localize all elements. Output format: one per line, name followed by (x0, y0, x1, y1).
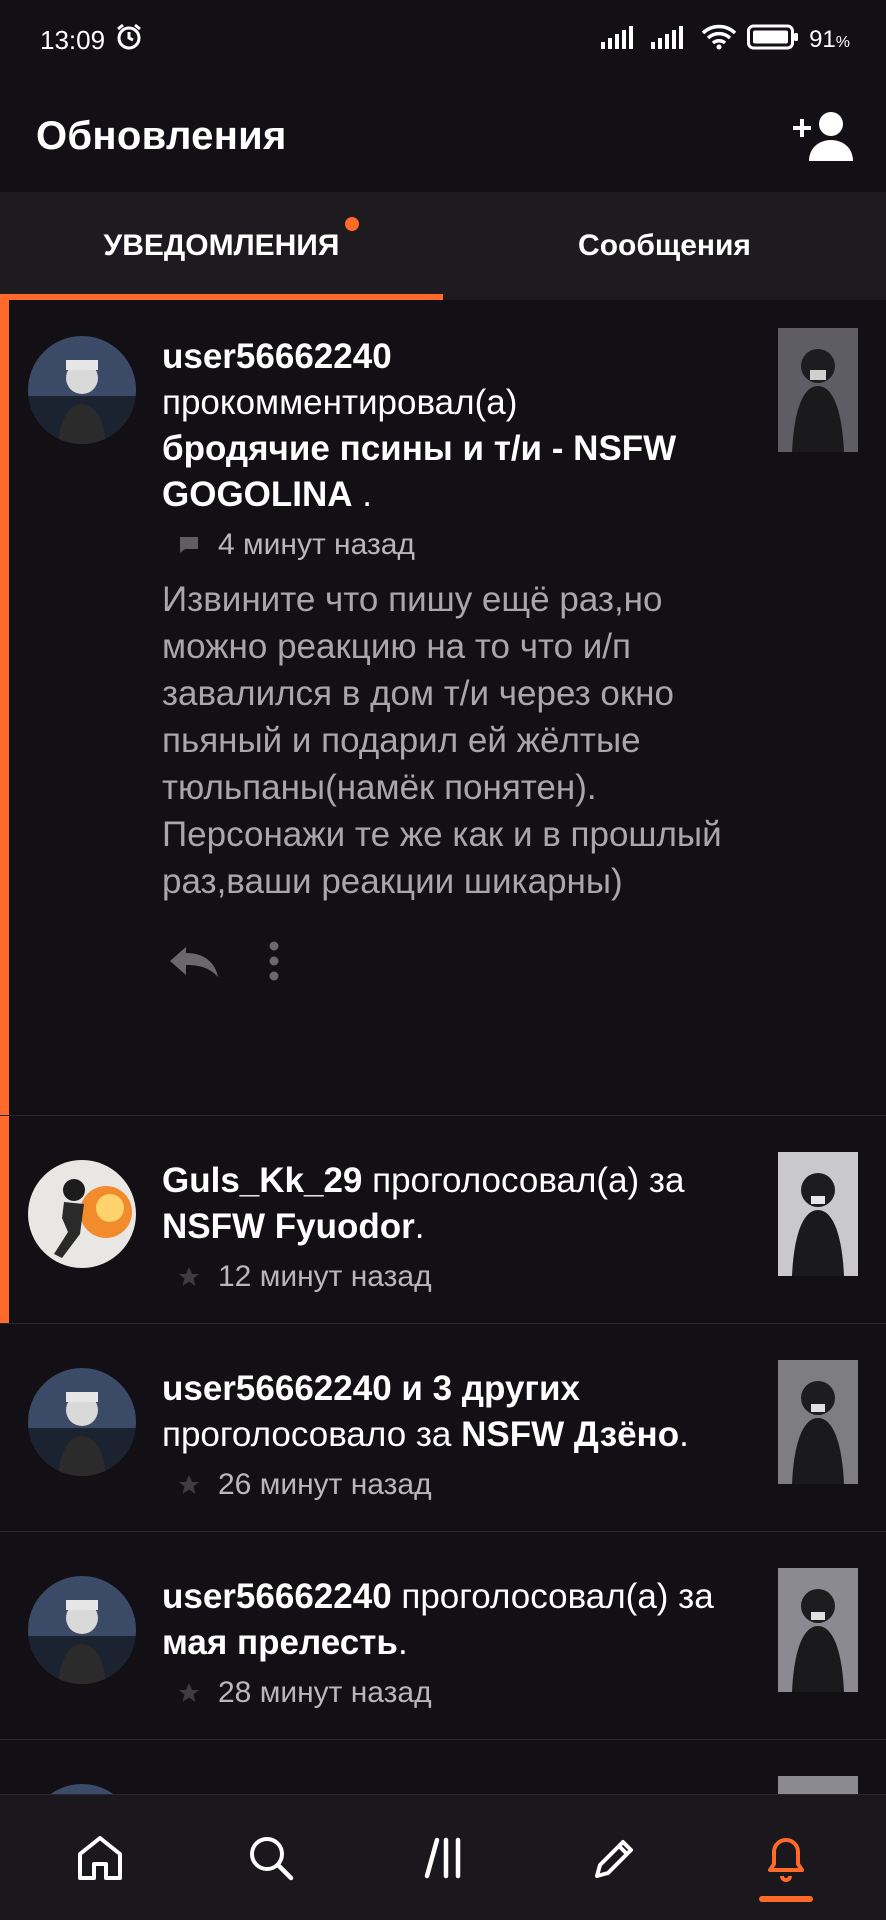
notification-item[interactable]: user56662240 и 3 других проголосовало за… (0, 1324, 886, 1532)
story-cover-thumbnail[interactable] (778, 1568, 858, 1692)
nav-library[interactable] (383, 1808, 503, 1908)
story-title[interactable]: NSFW Fyuodor (162, 1207, 415, 1246)
more-vert-icon (269, 941, 279, 981)
username[interactable]: Guls_Kk_29 (162, 1161, 362, 1200)
notification-body: user56662240 и 3 других проголосовало за… (136, 1366, 778, 1531)
action-text: проголосовал(а) за (391, 1577, 714, 1616)
star-icon (179, 1475, 199, 1494)
timestamp: 4 минут назад (218, 528, 415, 561)
signal-icon-2 (651, 25, 691, 56)
notification-item-partial[interactable] (0, 1740, 886, 1794)
pencil-icon (594, 1839, 633, 1878)
tab-messages-label: Сообщения (578, 229, 751, 262)
tab-bar: УВЕДОМЛЕНИЯ Сообщения (0, 192, 886, 300)
notification-item[interactable]: user56662240 проголосовал(а) за мая прел… (0, 1532, 886, 1740)
notification-item[interactable]: user56662240 прокомментировал(а) бродячи… (0, 300, 886, 1116)
library-icon (424, 1837, 461, 1878)
notification-body: Guls_Kk_29 проголосовал(а) за NSFW Fyuod… (136, 1158, 778, 1323)
comment-text: Извините что пишу ещё раз,но можно реакц… (162, 580, 722, 901)
notification-body: user56662240 проголосовал(а) за мая прел… (136, 1574, 778, 1739)
battery-percent: 91% (809, 26, 850, 53)
notification-feed[interactable]: user56662240 прокомментировал(а) бродячи… (0, 300, 886, 1794)
home-icon (77, 1835, 122, 1880)
story-title[interactable]: мая прелесть (162, 1623, 398, 1662)
story-cover-thumbnail[interactable] (778, 1360, 858, 1484)
signal-icon (601, 25, 641, 56)
notification-item[interactable]: Guls_Kk_29 проголосовал(а) за NSFW Fyuod… (0, 1116, 886, 1324)
nav-active-indicator (759, 1895, 814, 1902)
nav-search[interactable] (211, 1808, 331, 1908)
timestamp: 28 минут назад (218, 1676, 432, 1709)
status-bar: 13:09 91% (0, 0, 886, 80)
action-text: проголосовал(а) за (362, 1161, 685, 1200)
more-options-button[interactable] (268, 941, 280, 986)
timestamp: 26 минут назад (218, 1468, 432, 1501)
reply-button[interactable] (168, 943, 220, 984)
tab-notifications[interactable]: УВЕДОМЛЕНИЯ (0, 192, 443, 300)
app-header: Обновления (0, 80, 886, 192)
action-text: проголосовало за (162, 1415, 462, 1454)
story-cover-thumbnail[interactable] (778, 1776, 858, 1794)
tab-notifications-label: УВЕДОМЛЕНИЯ (103, 229, 340, 262)
avatar[interactable] (28, 1368, 136, 1476)
wifi-icon (701, 24, 737, 57)
story-title[interactable]: NSFW Дзёно (461, 1415, 679, 1454)
bottom-navigation (0, 1794, 886, 1920)
suffix-text: . (397, 1623, 408, 1662)
add-user-icon (793, 112, 853, 161)
unread-dot (345, 217, 360, 231)
search-icon (250, 1836, 294, 1880)
battery-icon (747, 24, 799, 57)
status-time: 13:09 (40, 24, 106, 55)
timestamp: 12 минут назад (218, 1260, 432, 1293)
reply-icon (170, 947, 218, 977)
comment-icon (180, 537, 198, 553)
nav-home[interactable] (40, 1808, 160, 1908)
nav-write[interactable] (555, 1808, 675, 1908)
action-text: прокомментировал(а) (162, 383, 518, 422)
story-cover-thumbnail[interactable] (778, 328, 858, 452)
avatar[interactable] (28, 336, 136, 444)
star-icon (179, 1267, 199, 1286)
tab-messages[interactable]: Сообщения (443, 192, 886, 300)
avatar[interactable] (28, 1160, 136, 1268)
avatar[interactable] (28, 1784, 136, 1794)
suffix-text: . (414, 1207, 425, 1246)
star-icon (179, 1683, 199, 1702)
nav-notifications[interactable] (726, 1808, 846, 1908)
alarm-icon (115, 23, 143, 58)
story-cover-thumbnail[interactable] (778, 1152, 858, 1276)
username[interactable]: user56662240 и 3 других (162, 1369, 580, 1408)
notification-body: user56662240 прокомментировал(а) бродячи… (136, 334, 778, 1115)
bell-icon (768, 1837, 805, 1882)
suffix-text: . (679, 1415, 689, 1454)
story-title[interactable]: бродячие псины и т/и - NSFW GOGOLINA (162, 429, 676, 514)
username[interactable]: user56662240 (162, 337, 392, 376)
suffix-text: . (352, 475, 373, 514)
add-friend-button[interactable] (792, 104, 856, 168)
username[interactable]: user56662240 (162, 1577, 392, 1616)
page-title: Обновления (36, 113, 287, 158)
avatar[interactable] (28, 1576, 136, 1684)
